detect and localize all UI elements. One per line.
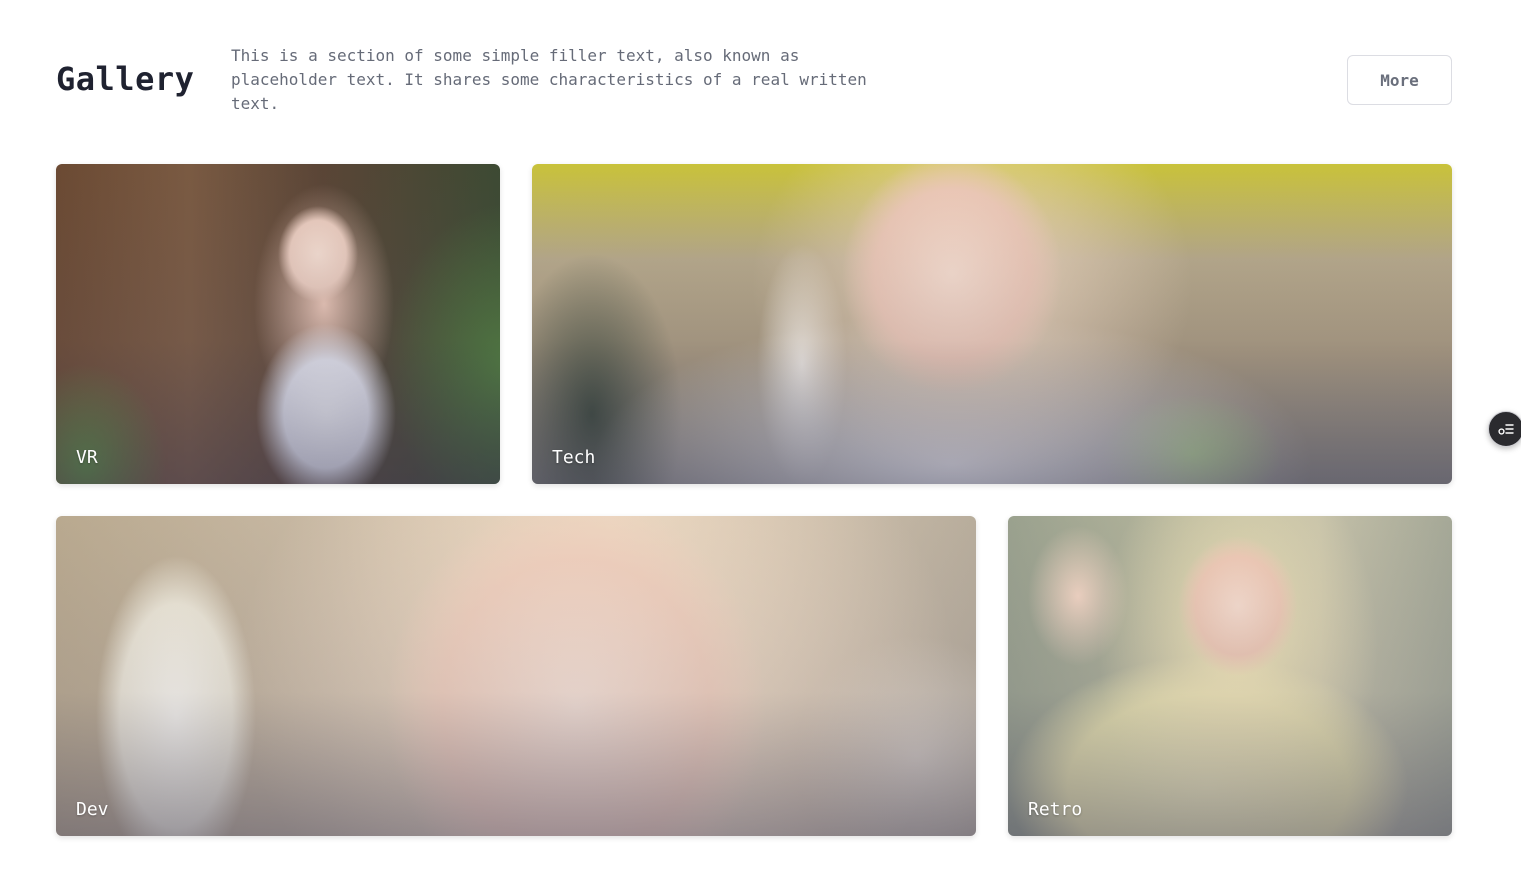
photo-overlay (56, 164, 500, 484)
list-settings-icon (1498, 424, 1514, 435)
gallery-card-vr[interactable]: VR (56, 164, 500, 484)
more-button[interactable]: More (1347, 55, 1452, 105)
page-title: Gallery (56, 60, 195, 98)
gallery-card-label: Dev (76, 799, 109, 820)
gallery-card-label: Retro (1028, 799, 1083, 820)
gallery-card-label: Tech (552, 447, 596, 468)
gallery-card-label: VR (76, 447, 98, 468)
photo-overlay (56, 516, 976, 836)
photo-overlay (1008, 516, 1452, 836)
gallery-header: Gallery This is a section of some simple… (56, 44, 1452, 116)
side-settings-button[interactable] (1488, 411, 1521, 447)
gallery-description: This is a section of some simple filler … (231, 46, 867, 113)
gallery-card-retro[interactable]: Retro (1008, 516, 1452, 836)
gallery-card-tech[interactable]: Tech (532, 164, 1452, 484)
photo-overlay (532, 164, 1452, 484)
gallery-page: Gallery This is a section of some simple… (0, 0, 1521, 886)
gallery-card-dev[interactable]: Dev (56, 516, 976, 836)
